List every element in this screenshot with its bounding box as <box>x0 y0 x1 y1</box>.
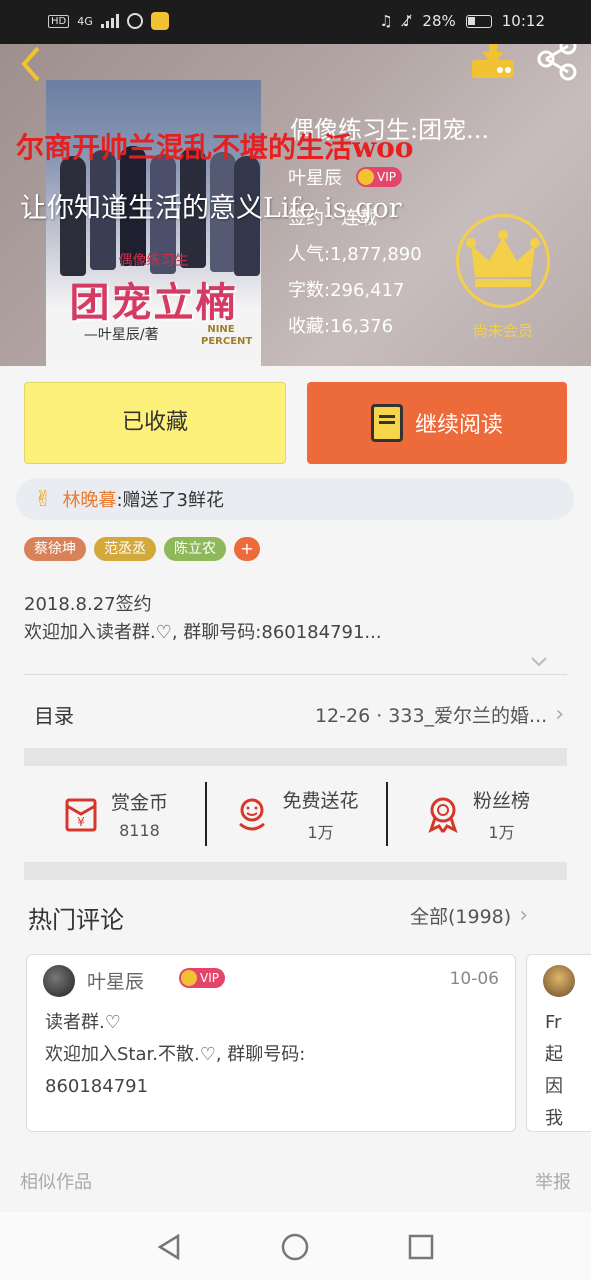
book-icon <box>370 404 403 442</box>
divider <box>24 674 567 675</box>
crown-icon <box>466 230 540 287</box>
nav-recents-button[interactable] <box>406 1232 436 1262</box>
section-separator <box>24 862 567 880</box>
crown-icon <box>181 970 197 986</box>
expand-chevron-icon[interactable] <box>530 652 548 667</box>
hot-comments-title: 热门评论 <box>28 906 124 934</box>
word-count: 字数:296,417 <box>288 280 405 301</box>
section-separator <box>24 748 567 766</box>
tag-item[interactable]: 蔡徐坤 <box>24 537 86 561</box>
comment-body: 读者群.♡ 欢迎加入Star.不散.♡, 群聊号码: 860184791 <box>45 1007 501 1103</box>
vip-badge: VIP <box>179 968 225 988</box>
gift-notice[interactable]: ✌ 林晚暮 :赠送了3鲜花 <box>16 478 574 520</box>
back-arrow-icon <box>21 46 40 82</box>
catalog-row[interactable]: 目录 12-26 · 333_爱尔兰的婚... › <box>24 690 564 738</box>
back-button[interactable] <box>14 44 50 82</box>
cover-author: —叶星辰/著 <box>83 327 159 343</box>
crown-icon <box>358 169 374 185</box>
overlay-text-red: 尔商开帅兰混乱不堪的生活woo <box>16 131 414 164</box>
nav-back-button[interactable] <box>154 1232 184 1262</box>
signal-icon <box>100 14 119 28</box>
stats-row: ¥ 赏金币 8118 免费送花 1万 粉丝榜 1万 <box>24 774 567 854</box>
share-button[interactable] <box>534 44 580 82</box>
hd-badge: HD <box>48 14 70 28</box>
medal-icon <box>428 797 458 833</box>
circle-home-icon <box>281 1233 309 1261</box>
cover-logo: NINE PERCENT <box>201 324 253 347</box>
stat-value: 1万 <box>307 822 334 842</box>
gift-text: :赠送了3鲜花 <box>116 490 224 511</box>
nav-home-button[interactable] <box>280 1232 310 1262</box>
comment-line: 读者群.♡ <box>45 1012 121 1033</box>
comment-card[interactable]: 叶星辰 VIP 10-06 读者群.♡ 欢迎加入Star.不散.♡, 群聊号码:… <box>26 954 516 1132</box>
fan-rank-button[interactable]: 粉丝榜 1万 <box>386 774 567 854</box>
comment-body: Fr 起 因 我 <box>545 1012 563 1129</box>
tag-item[interactable]: 陈立农 <box>164 537 226 561</box>
sync-icon <box>126 13 143 29</box>
free-flower-button[interactable]: 免费送花 1万 <box>205 774 386 854</box>
all-comments-link[interactable]: 全部(1998) › <box>410 902 528 929</box>
sign-date: 2018.8.27签约 <box>24 594 152 615</box>
system-nav-bar <box>0 1212 591 1280</box>
book-header: 偶像练习生 团宠立楠 —叶星辰/著 NINE PERCENT 偶像练习生:团宠.… <box>0 44 591 366</box>
cover-title: 团宠立楠 <box>69 279 238 326</box>
continue-reading-button[interactable]: 继续阅读 <box>307 382 567 464</box>
battery-percent: 28% <box>422 12 456 30</box>
clap-icon: ✌ <box>34 486 53 512</box>
popularity: 人气:1,877,890 <box>288 244 422 265</box>
vip-badge: VIP <box>356 167 402 187</box>
comment-line: 860184791 <box>45 1076 149 1097</box>
avatar[interactable] <box>543 965 575 997</box>
comment-author[interactable]: 叶星辰 <box>87 967 144 994</box>
square-recents-icon <box>408 1234 434 1260</box>
stat-value: 8118 <box>119 821 160 840</box>
collected-button[interactable]: 已收藏 <box>24 382 286 464</box>
share-icon <box>537 44 577 81</box>
all-comments-label: 全部(1998) <box>410 906 512 928</box>
stat-title: 赏金币 <box>110 792 168 814</box>
app-notification-icon <box>150 12 169 30</box>
comment-date: 10-06 <box>449 969 499 989</box>
tag-list: 蔡徐坤 范丞丞 陈立农 + <box>24 537 260 561</box>
report-button[interactable]: 举报 <box>535 1168 571 1194</box>
collection-count: 收藏:16,376 <box>288 316 394 337</box>
svg-text:¥: ¥ <box>77 815 85 829</box>
download-button[interactable] <box>470 44 516 80</box>
book-description: 欢迎加入读者群.♡, 群聊号码:860184791... <box>24 622 382 643</box>
add-tag-button[interactable]: + <box>234 537 260 561</box>
flower-icon <box>239 798 266 831</box>
clock: 10:12 <box>501 12 545 30</box>
latest-chapter: 12-26 · 333_爱尔兰的婚... <box>314 704 548 727</box>
member-button[interactable] <box>456 214 550 308</box>
network-type: 4G <box>77 14 93 28</box>
comment-line: 欢迎加入Star.不散.♡, 群聊号码: <box>45 1044 306 1065</box>
reward-envelope-icon: ¥ <box>65 798 97 832</box>
mute-icon: ♪̸ <box>402 12 413 30</box>
vip-label: VIP <box>200 971 219 985</box>
battery-icon <box>465 14 492 28</box>
tag-item[interactable]: 范丞丞 <box>94 537 156 561</box>
similar-works-label[interactable]: 相似作品 <box>20 1168 92 1194</box>
status-bar: HD 4G ♫ ♪̸ 28% 10:12 <box>0 0 591 44</box>
gift-sender: 林晚暮 <box>62 490 117 511</box>
chevron-right-icon: › <box>555 701 564 727</box>
vip-label: VIP <box>377 170 396 184</box>
avatar[interactable] <box>43 965 75 997</box>
stat-value: 1万 <box>488 822 515 842</box>
download-icon <box>472 44 514 78</box>
triangle-back-icon <box>157 1233 180 1261</box>
stat-title: 粉丝榜 <box>472 789 530 812</box>
reward-coins-button[interactable]: ¥ 赏金币 8118 <box>24 774 205 854</box>
catalog-label: 目录 <box>34 703 74 728</box>
comment-card[interactable]: Fr 起 因 我 <box>526 954 591 1132</box>
cover-subtitle: 偶像练习生 <box>118 253 189 269</box>
stat-title: 免费送花 <box>282 789 359 812</box>
headphone-icon: ♫ <box>379 12 393 30</box>
continue-reading-label: 继续阅读 <box>414 413 503 438</box>
chevron-right-icon: › <box>519 903 528 928</box>
member-label: 尚未会员 <box>472 322 533 340</box>
